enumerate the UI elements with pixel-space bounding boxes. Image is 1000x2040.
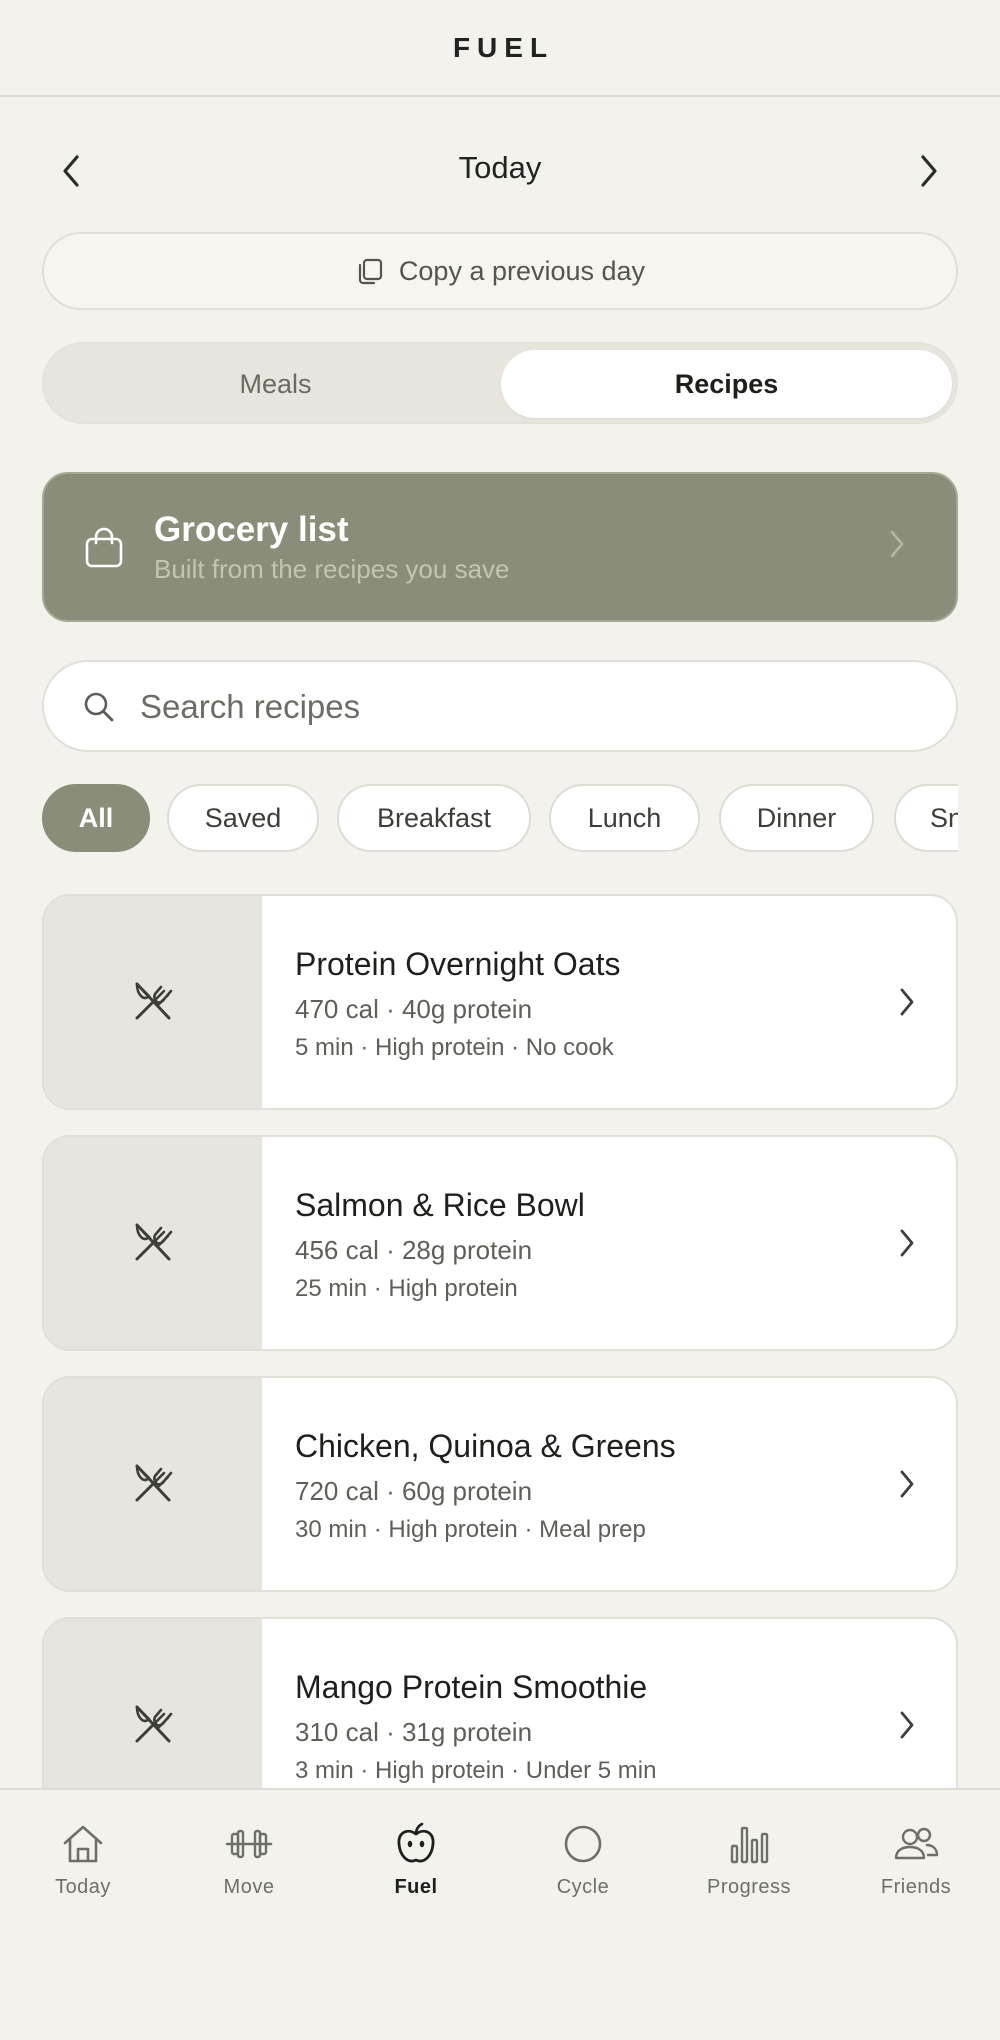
shopping-bag-icon	[85, 527, 123, 568]
filter-chip-dinner[interactable]: Dinner	[719, 784, 874, 852]
chevron-right-icon	[900, 1470, 914, 1498]
tab-move[interactable]: Move	[166, 1820, 332, 1910]
filter-chip-lunch[interactable]: Lunch	[549, 784, 700, 852]
tab-today[interactable]: Today	[0, 1820, 166, 1910]
recipe-card[interactable]: Salmon & Rice Bowl 456 cal · 28g protein…	[42, 1135, 958, 1351]
bar-chart-icon	[730, 1826, 769, 1864]
recipe-name: Protein Overnight Oats	[295, 946, 621, 982]
filter-chips: All Saved Breakfast Lunch Dinner Sn	[42, 784, 958, 854]
top-bar: FUEL	[0, 0, 1000, 97]
recipe-tags: 3 min · High protein · Under 5 min	[295, 1757, 657, 1784]
home-icon	[63, 1825, 103, 1863]
filter-chip-saved[interactable]: Saved	[167, 784, 319, 852]
recipe-nutrition: 456 cal · 28g protein	[295, 1235, 533, 1265]
dumbbell-icon	[225, 1829, 273, 1859]
recipe-tags: 5 min · High protein · No cook	[295, 1034, 614, 1061]
recipe-card[interactable]: Protein Overnight Oats 470 cal · 40g pro…	[42, 894, 958, 1110]
recipe-thumbnail	[44, 1137, 262, 1349]
utensils-icon	[135, 982, 173, 1020]
chevron-right-icon	[890, 530, 904, 558]
tab-label: Fuel	[394, 1876, 438, 1898]
circle-icon	[564, 1825, 602, 1863]
search-input[interactable]	[140, 680, 920, 734]
meals-recipes-toggle: Meals Recipes	[42, 342, 958, 424]
chevron-right-icon	[921, 155, 937, 187]
chevron-right-icon	[900, 1229, 914, 1257]
tab-label: Progress	[706, 1876, 792, 1898]
chevron-right-icon	[900, 988, 914, 1016]
date-title: Today	[458, 150, 542, 185]
people-icon	[894, 1827, 939, 1860]
recipe-thumbnail	[44, 896, 262, 1108]
tab-progress[interactable]: Progress	[666, 1820, 832, 1910]
tab-label: Today	[55, 1876, 111, 1898]
copy-previous-day-button[interactable]: Copy a previous day	[42, 232, 958, 310]
filter-chip-snacks[interactable]: Sn	[894, 784, 958, 852]
copy-previous-day-label: Copy a previous day	[398, 255, 646, 286]
grocery-list-subtitle: Built from the recipes you save	[154, 554, 510, 584]
recipe-nutrition: 310 cal · 31g protein	[295, 1717, 533, 1747]
recipe-thumbnail	[44, 1378, 262, 1590]
tab-meals[interactable]: Meals	[50, 350, 501, 418]
apple-icon	[397, 1822, 435, 1863]
filter-chip-breakfast[interactable]: Breakfast	[337, 784, 531, 852]
grocery-list-banner[interactable]: Grocery list Built from the recipes you …	[42, 472, 958, 622]
grocery-list-title: Grocery list	[154, 510, 349, 549]
utensils-icon	[135, 1705, 173, 1743]
tab-fuel[interactable]: Fuel	[333, 1820, 499, 1910]
recipe-nutrition: 720 cal · 60g protein	[295, 1476, 533, 1506]
copy-icon	[358, 258, 383, 285]
tab-label: Cycle	[556, 1876, 610, 1898]
recipe-name: Salmon & Rice Bowl	[295, 1187, 585, 1223]
next-day-button[interactable]	[908, 150, 950, 192]
tab-cycle[interactable]: Cycle	[500, 1820, 666, 1910]
recipe-tags: 30 min · High protein · Meal prep	[295, 1516, 646, 1543]
utensils-icon	[135, 1223, 173, 1261]
recipe-name: Mango Protein Smoothie	[295, 1669, 648, 1705]
tab-recipes[interactable]: Recipes	[501, 350, 952, 418]
search-icon	[84, 692, 114, 722]
tab-friends[interactable]: Friends	[833, 1820, 999, 1910]
recipe-nutrition: 470 cal · 40g protein	[295, 994, 533, 1024]
recipe-name: Chicken, Quinoa & Greens	[295, 1428, 676, 1464]
utensils-icon	[135, 1464, 173, 1502]
recipe-card[interactable]: Chicken, Quinoa & Greens 720 cal · 60g p…	[42, 1376, 958, 1592]
filter-chip-all[interactable]: All	[42, 784, 150, 852]
tab-label: Move	[223, 1876, 275, 1898]
tab-label: Friends	[880, 1876, 952, 1898]
bottom-tab-bar: Today Move Fuel Cycle Progress Friends	[0, 1788, 1000, 2040]
date-navigation: Today	[0, 130, 1000, 210]
app-title: FUEL	[452, 31, 555, 63]
chevron-right-icon	[900, 1711, 914, 1739]
recipe-tags: 25 min · High protein	[295, 1275, 518, 1302]
search-bar	[42, 660, 958, 752]
